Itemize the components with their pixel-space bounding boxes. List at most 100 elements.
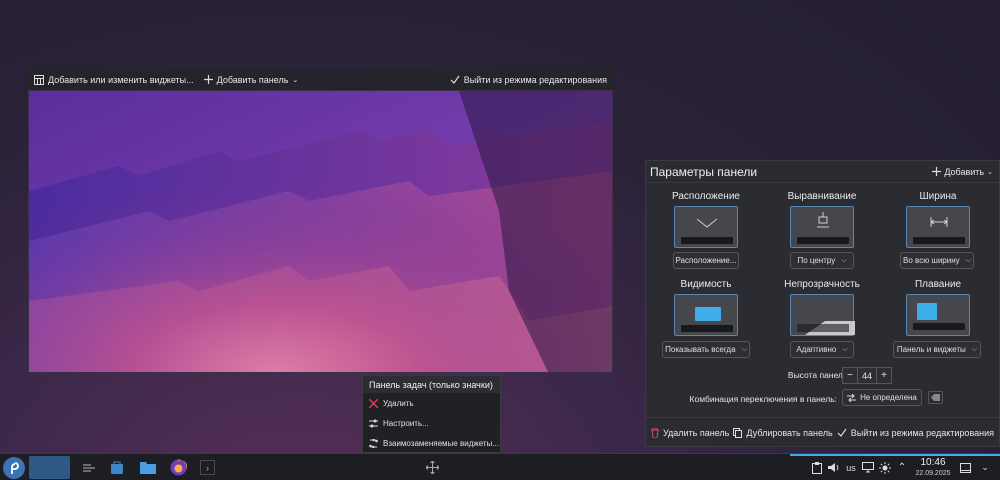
clear-shortcut-button[interactable]: [928, 391, 943, 404]
add-widgets-button[interactable]: Добавить или изменить виджеты...: [34, 74, 194, 85]
keyboard-layout-indicator[interactable]: us: [844, 454, 858, 480]
widgets-icon: [34, 74, 44, 85]
visibility-value: Показывать всегда: [665, 345, 736, 354]
chevron-down-icon: ⌵: [841, 256, 847, 264]
show-desktop-icon[interactable]: [958, 454, 972, 480]
menu-item-configure[interactable]: Настроить...: [363, 413, 500, 433]
visibility-preview[interactable]: [674, 294, 738, 336]
minus-icon: −: [847, 370, 853, 381]
panel-height-input[interactable]: 44: [857, 367, 877, 384]
volume-icon[interactable]: [827, 454, 840, 480]
position-value: Расположение...: [675, 256, 737, 265]
close-icon: [369, 398, 378, 408]
width-dropdown[interactable]: Во всю ширину ⌵: [900, 252, 974, 269]
chevron-down-icon: ⌵: [971, 345, 978, 353]
panel-height-label: Высота панели:: [787, 370, 850, 380]
taskbar: › us ⌃ 10:46 22.09.2025 ⌄: [0, 453, 1000, 480]
height-decrease-button[interactable]: −: [842, 367, 858, 384]
trash-icon: [651, 427, 659, 438]
menu-item-alternatives[interactable]: Взаимозаменяемые виджеты...: [363, 433, 500, 453]
menu-item-configure-label: Настроить...: [383, 418, 429, 428]
floating-value: Панель и виджеты: [896, 345, 966, 354]
panel-options-chevron-icon[interactable]: ⌄: [978, 454, 992, 480]
opacity-preview[interactable]: [790, 294, 855, 336]
add-label: Добавить: [944, 166, 985, 177]
menu-item-alternatives-label: Взаимозаменяемые виджеты...: [383, 438, 499, 448]
firefox-icon[interactable]: [168, 454, 188, 480]
show-hidden-icons-icon[interactable]: ⌃: [895, 454, 909, 480]
panel-move-handle-icon[interactable]: [424, 454, 440, 480]
task-manager-icon[interactable]: [79, 454, 99, 480]
backspace-icon: [931, 394, 940, 401]
alignment-label: Выравнивание: [787, 191, 857, 202]
opacity-dropdown[interactable]: Адаптивно ⌵: [790, 341, 854, 358]
brightness-icon[interactable]: [878, 454, 892, 480]
clipboard-icon[interactable]: [810, 454, 823, 480]
alignment-value: По центру: [797, 256, 836, 265]
panel-settings-header: Параметры панели Добавить ⌄: [646, 161, 999, 183]
chevron-down-icon: [696, 218, 718, 228]
panel-height-value: 44: [861, 370, 872, 381]
checkmark-icon: [837, 428, 847, 437]
chevron-down-icon: ⌄: [987, 168, 993, 176]
width-preview[interactable]: [906, 206, 970, 248]
panel-settings-footer: Удалить панель Дублировать панель Выйти …: [645, 417, 1000, 447]
chevron-down-icon: ⌵: [741, 345, 747, 353]
expand-arrow-icon[interactable]: ›: [199, 454, 216, 480]
exit-edit-mode-footer-button[interactable]: Выйти из режима редактирования: [837, 428, 994, 438]
context-menu-title: Панель задач (только значки): [363, 376, 500, 393]
shortcut-label: Комбинация переключения в панель:: [689, 394, 837, 404]
alignment-dropdown[interactable]: По центру ⌵: [790, 252, 854, 269]
add-widgets-label: Добавить или изменить виджеты...: [48, 74, 194, 85]
floating-preview[interactable]: [906, 294, 970, 336]
menu-item-remove[interactable]: Удалить: [363, 393, 500, 413]
floating-label: Плавание: [914, 279, 961, 290]
add-panel-button[interactable]: Добавить панель ⌄: [203, 74, 299, 85]
exit-edit-mode-label: Выйти из режима редактирования: [463, 74, 607, 85]
delete-panel-label: Удалить панель: [663, 427, 730, 438]
wallpaper-preview: [28, 90, 613, 373]
application-launcher-icon[interactable]: [3, 457, 25, 479]
copy-icon: [733, 427, 743, 438]
exit-edit-mode-button[interactable]: Выйти из режима редактирования: [450, 75, 607, 85]
position-dropdown[interactable]: Расположение...: [673, 252, 739, 269]
visibility-dropdown[interactable]: Показывать всегда ⌵: [662, 341, 750, 358]
clock-date: 22.09.2025: [915, 470, 951, 477]
pager-widget[interactable]: [29, 456, 70, 479]
edit-mode-toolbar: Добавить или изменить виджеты... Добавит…: [28, 69, 613, 90]
delete-panel-button[interactable]: Удалить панель: [651, 427, 730, 438]
fill-width-icon: [930, 217, 948, 227]
menu-item-remove-label: Удалить: [383, 398, 414, 408]
plus-icon: [203, 75, 213, 84]
clock-time[interactable]: 10:46: [912, 457, 954, 468]
display-icon[interactable]: [861, 454, 875, 480]
checkmark-icon: [450, 75, 460, 84]
alignment-preview[interactable]: [790, 206, 854, 248]
floating-window-icon: [917, 303, 937, 320]
duplicate-panel-label: Дублировать панель: [746, 427, 833, 438]
shortcut-value: Не определена: [860, 393, 917, 402]
shortcut-button[interactable]: Не определена: [842, 389, 922, 406]
align-center-icon: [817, 212, 829, 228]
add-widget-menu-button[interactable]: Добавить ⌄: [932, 167, 993, 177]
position-preview[interactable]: [674, 206, 738, 248]
chevron-down-icon: ⌵: [965, 256, 971, 264]
settings-sliders-icon: [369, 419, 378, 427]
plus-icon: +: [881, 370, 887, 381]
discover-store-icon[interactable]: [108, 454, 126, 480]
exit-edit-mode-footer-label: Выйти из режима редактирования: [850, 427, 994, 438]
panel-settings-title: Параметры панели: [650, 164, 758, 179]
add-panel-label: Добавить панель: [216, 74, 289, 85]
fedora-logo-icon: [11, 462, 19, 474]
height-increase-button[interactable]: +: [876, 367, 892, 384]
visibility-label: Видимость: [680, 279, 732, 290]
file-manager-icon[interactable]: [139, 454, 157, 480]
shortcut-icon: [847, 393, 857, 402]
floating-dropdown[interactable]: Панель и виджеты ⌵: [893, 341, 981, 358]
swap-icon: [369, 438, 378, 448]
opacity-value: Адаптивно: [796, 345, 837, 354]
opacity-label: Непрозрачность: [784, 279, 860, 290]
chevron-down-icon: ⌄: [292, 76, 299, 84]
widget-context-menu: Панель задач (только значки) Удалить Нас…: [362, 375, 501, 453]
duplicate-panel-button[interactable]: Дублировать панель: [733, 427, 833, 438]
